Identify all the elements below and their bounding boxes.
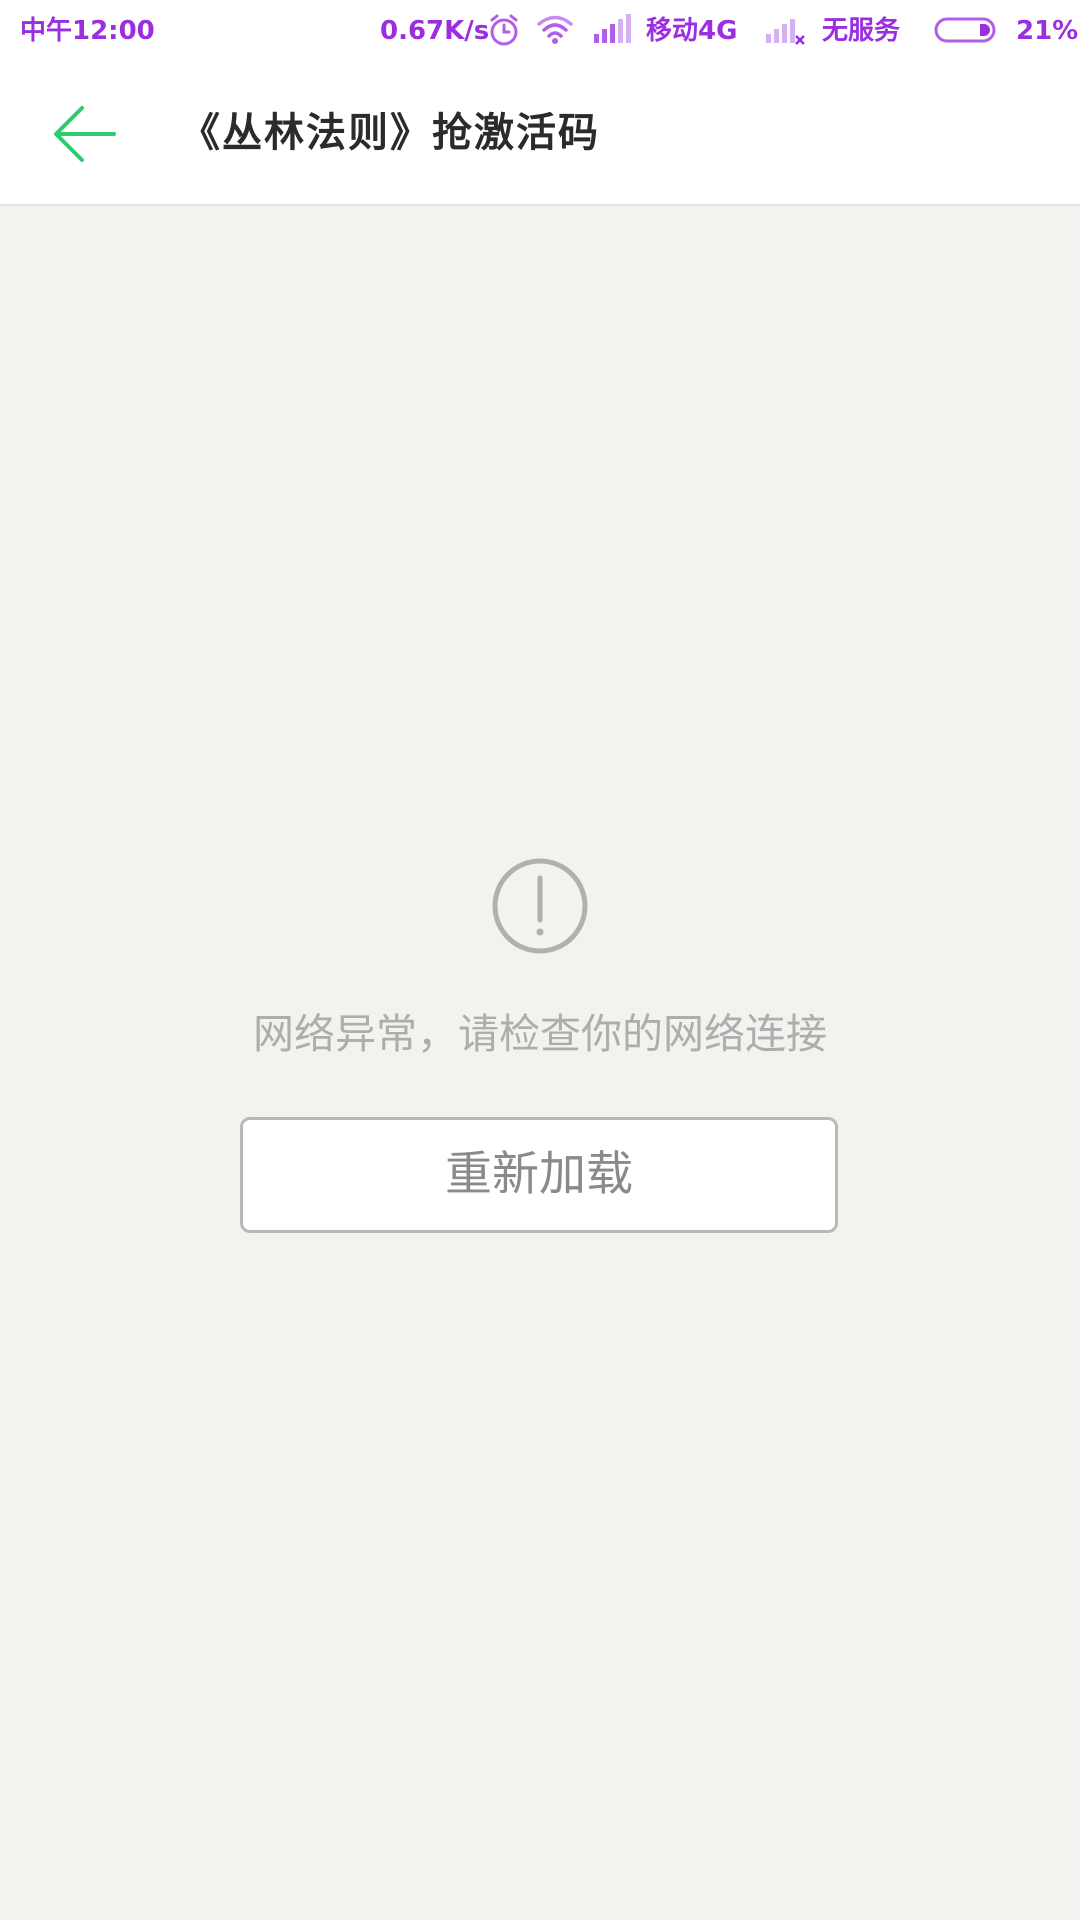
status-time: 中午12:00: [20, 16, 155, 46]
no-signal-icon: [766, 19, 805, 45]
page-title: 《丛林法则》抢激活码: [180, 110, 600, 156]
status-bar: 中午12:00 0.67K/s 移动4G 无服务 21%: [0, 0, 1080, 62]
reload-button[interactable]: 重新加载: [240, 1117, 838, 1233]
app-bar: 《丛林法则》抢激活码: [0, 62, 1080, 206]
screen: 中午12:00 0.67K/s 移动4G 无服务 21% 《丛林法则》抢激活码 …: [0, 0, 1080, 1920]
status-carrier: 移动4G: [646, 16, 738, 46]
status-secondary-sim: 无服务: [822, 16, 901, 46]
signal-icon: [594, 14, 631, 43]
wifi-icon: [537, 15, 573, 44]
battery-icon: [934, 17, 996, 43]
status-battery-percent: 21%: [1016, 16, 1079, 46]
error-message: 网络异常，请检查你的网络连接: [253, 1010, 827, 1058]
exclamation-circle-icon: [492, 858, 588, 954]
arrow-left-icon: [54, 106, 116, 162]
alarm-icon: [490, 14, 518, 46]
back-button[interactable]: [40, 94, 130, 174]
status-net-speed: 0.67K/s: [380, 16, 490, 46]
